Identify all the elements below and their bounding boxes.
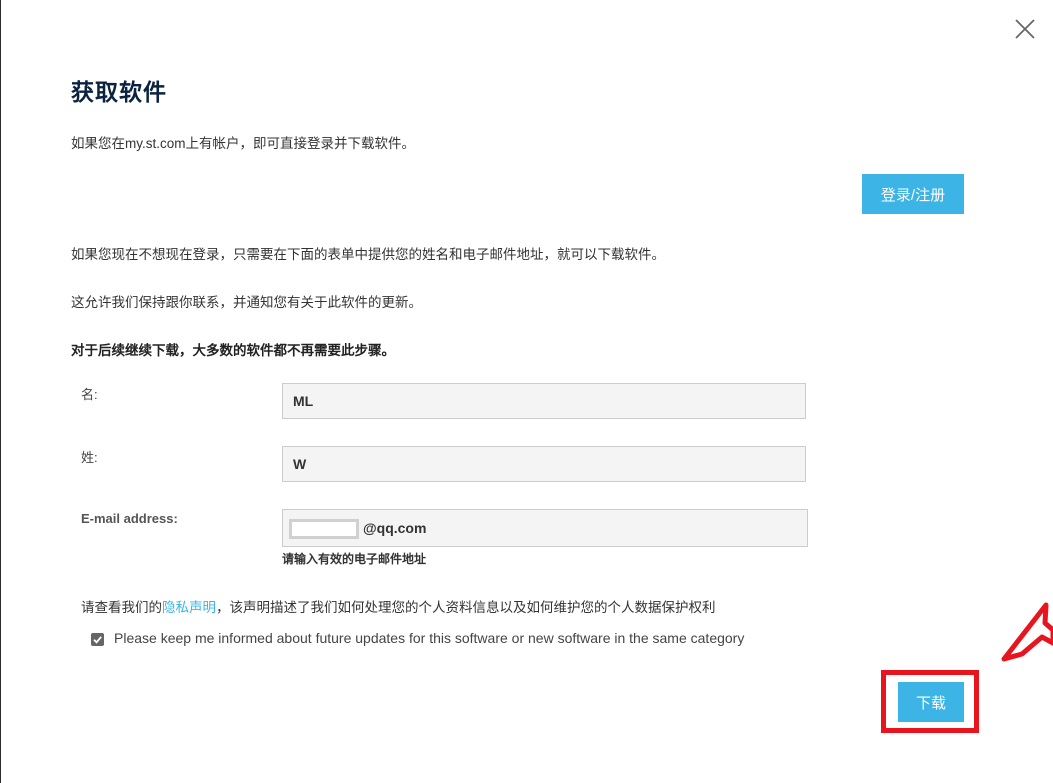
download-highlight-annotation xyxy=(881,670,979,733)
privacy-notice: 请查看我们的隐私声明，该声明描述了我们如何处理您的个人资料信息以及如何维护您的个… xyxy=(81,596,716,616)
dialog-title: 获取软件 xyxy=(71,79,167,105)
last-name-label: 姓: xyxy=(81,450,98,465)
checkmark-icon xyxy=(93,636,102,644)
email-input[interactable] xyxy=(283,510,807,546)
updates-checkbox-label: Please keep me informed about future upd… xyxy=(114,630,745,646)
email-field-wrapper xyxy=(282,509,808,547)
last-name-input[interactable] xyxy=(282,446,806,482)
arrow-annotation xyxy=(1001,602,1053,662)
email-label: E-mail address: xyxy=(81,511,178,526)
intro-text: 如果您在my.st.com上有帐户，即可直接登录并下载软件。 xyxy=(71,136,415,151)
redacted-region xyxy=(289,519,359,539)
first-name-label: 名: xyxy=(81,387,98,402)
window-edge xyxy=(0,0,1,783)
contact-text: 这允许我们保持跟你联系，并通知您有关于此软件的更新。 xyxy=(71,295,422,310)
updates-checkbox[interactable] xyxy=(91,633,104,646)
login-register-button[interactable]: 登录/注册 xyxy=(862,174,964,214)
no-login-text: 如果您现在不想现在登录，只需要在下面的表单中提供您的姓名和电子邮件地址，就可以下… xyxy=(71,247,665,262)
email-hint: 请输入有效的电子邮件地址 xyxy=(282,552,427,566)
followup-note: 对于后续继续下载，大多数的软件都不再需要此步骤。 xyxy=(71,343,395,358)
privacy-prefix: 请查看我们的 xyxy=(81,600,162,615)
privacy-link[interactable]: 隐私声明 xyxy=(162,600,216,615)
close-icon xyxy=(1015,19,1035,39)
close-button[interactable] xyxy=(1012,16,1038,42)
privacy-suffix: ，该声明描述了我们如何处理您的个人资料信息以及如何维护您的个人数据保护权利 xyxy=(216,600,716,615)
first-name-input[interactable] xyxy=(282,383,806,419)
